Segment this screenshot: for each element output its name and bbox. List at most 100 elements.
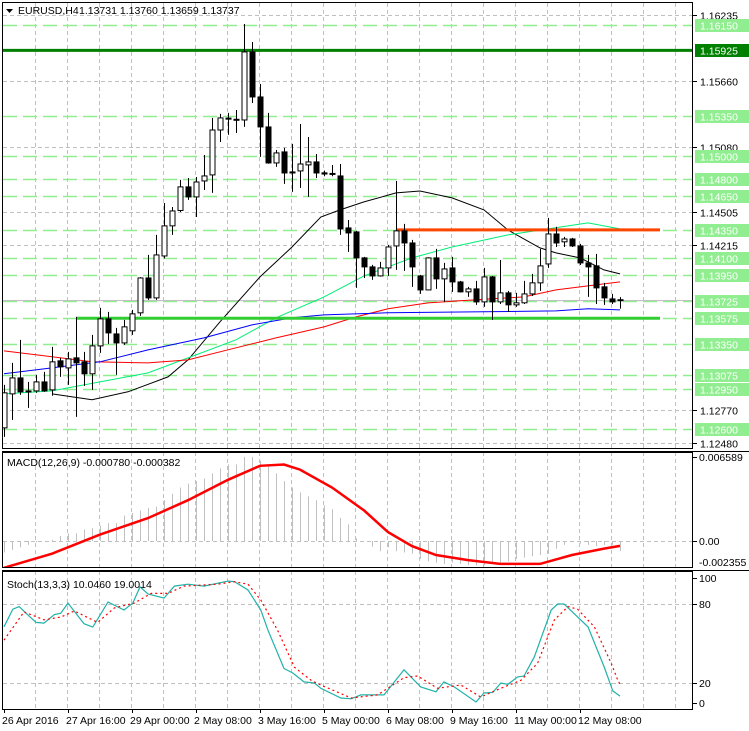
price-level-label: 1.14350 — [700, 226, 738, 238]
bullish-candle — [297, 123, 304, 188]
bearish-candle — [409, 239, 416, 287]
triangle-down-icon[interactable] — [6, 9, 13, 13]
candle-body — [401, 230, 408, 244]
bearish-candle — [489, 276, 496, 320]
bearish-candle — [321, 170, 328, 177]
candle-body — [465, 288, 472, 293]
candle-body — [353, 231, 360, 259]
bullish-candle — [305, 136, 312, 197]
price-panel-border — [2, 2, 693, 449]
candle-body — [201, 175, 208, 182]
price-level-label: 1.13350 — [700, 340, 738, 352]
bearish-candle — [289, 143, 296, 192]
candle-body — [89, 345, 96, 375]
bearish-candle — [337, 163, 344, 235]
bearish-candle — [593, 253, 600, 304]
bullish-candle — [497, 259, 504, 304]
time-axis-label: 6 May 08:00 — [386, 715, 444, 727]
candle-body — [601, 286, 608, 299]
candle-body — [153, 254, 160, 299]
candle-body — [217, 117, 224, 131]
candle-body — [329, 172, 336, 175]
ma-black-line — [51, 190, 621, 401]
candle-body — [25, 390, 32, 393]
candle-body — [473, 288, 480, 303]
price-axis-label: 1.12770 — [700, 406, 738, 418]
time-axis-label: 29 Apr 00:00 — [130, 715, 190, 727]
candle-body — [209, 129, 216, 176]
macd-axis-label: 0.006589 — [699, 452, 743, 464]
bearish-candle — [81, 351, 88, 386]
candle-body — [377, 267, 384, 277]
candle-body — [305, 161, 312, 166]
candle-body — [569, 238, 576, 247]
candle-body — [449, 267, 456, 283]
stochastic-axis-label: 20 — [699, 678, 711, 690]
price-level-label: 1.15000 — [700, 152, 738, 164]
bullish-candle — [33, 374, 40, 393]
bullish-candle — [329, 164, 336, 177]
bearish-candle — [577, 243, 584, 265]
candle-body — [49, 361, 56, 391]
bearish-candle — [265, 112, 272, 164]
macd-panel-border — [2, 452, 693, 568]
price-level-label: 1.13075 — [700, 371, 738, 383]
candle-body — [97, 318, 104, 347]
bullish-candle — [617, 297, 624, 309]
candle-body — [113, 333, 120, 344]
candle-body — [593, 265, 600, 289]
bullish-candle — [209, 117, 216, 193]
bullish-candle — [425, 257, 432, 291]
bearish-candle — [473, 280, 480, 305]
bullish-candle — [521, 280, 528, 304]
bullish-candle — [129, 309, 136, 335]
candle-body — [57, 360, 64, 368]
candle-body — [497, 292, 504, 303]
price-level-label: 1.12950 — [700, 385, 738, 397]
price-axis: 1.162351.156601.150801.145051.142151.127… — [2, 11, 749, 727]
candle-body — [313, 161, 320, 174]
candle-body — [137, 277, 144, 314]
bullish-candle — [25, 381, 32, 408]
candle-body — [321, 172, 328, 175]
bullish-candle — [201, 154, 208, 190]
candle-body — [561, 238, 568, 243]
candle-body — [425, 257, 432, 291]
bullish-candle — [153, 234, 160, 300]
stochastic-panel[interactable] — [3, 580, 692, 703]
candle-body — [65, 358, 72, 369]
stochastic-panel-border — [2, 571, 693, 710]
bullish-candle — [377, 261, 384, 277]
candle-body — [177, 186, 184, 211]
bullish-candle — [161, 202, 168, 259]
candle-body — [185, 186, 192, 198]
macd-panel[interactable] — [3, 456, 692, 568]
bearish-candle — [401, 223, 408, 271]
symbol-timeframe: EURUSD,H4 — [18, 5, 79, 17]
stochastic-signal-line — [3, 581, 621, 699]
candle-body — [385, 246, 392, 269]
stochastic-label: Stoch(13,3,3) 10.0460 19.0014 — [7, 579, 152, 591]
candle-body — [161, 225, 168, 257]
candle-body — [521, 293, 528, 304]
bearish-candle — [257, 83, 264, 157]
bullish-candle — [529, 273, 536, 296]
bearish-candle — [113, 327, 120, 375]
bearish-candle — [433, 248, 440, 289]
candle-body — [457, 281, 464, 293]
candle-body — [73, 357, 80, 364]
candle-body — [297, 163, 304, 172]
candle-body — [241, 51, 248, 121]
candle-body — [337, 175, 344, 230]
bullish-candle — [441, 262, 448, 302]
eurusd-h4-chart[interactable]: 1.162351.156601.150801.145051.142151.127… — [0, 0, 749, 731]
bullish-candle — [513, 292, 520, 307]
candle-body — [617, 299, 624, 302]
bearish-candle — [145, 254, 152, 300]
bullish-candle — [241, 24, 248, 127]
bullish-candle — [233, 109, 240, 133]
bullish-candle — [193, 176, 200, 217]
macd-axis-label: 0.00 — [699, 536, 720, 548]
candle-body — [145, 277, 152, 299]
candle-body — [17, 377, 24, 393]
